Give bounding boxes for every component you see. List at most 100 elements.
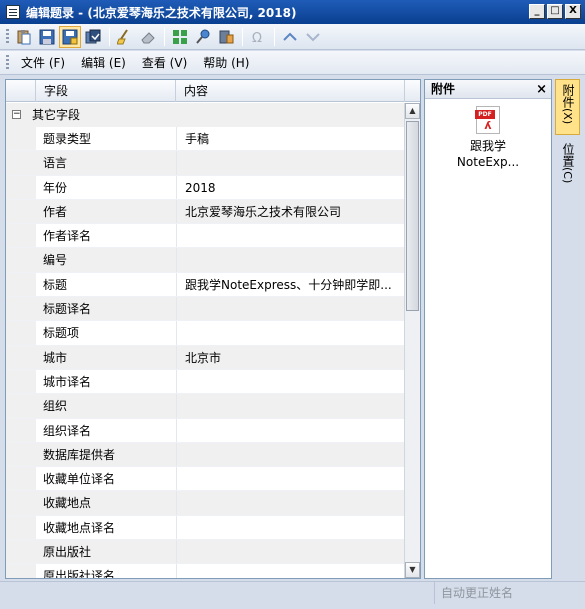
auto-correct-name-status[interactable]: 自动更正姓名 <box>434 582 513 604</box>
table-row[interactable]: 城市译名 <box>6 369 405 395</box>
copy-record-button[interactable] <box>82 26 104 48</box>
pin-button[interactable] <box>192 26 214 48</box>
table-row[interactable]: 语言 <box>6 151 405 176</box>
field-value-cell[interactable] <box>176 491 405 515</box>
link-button[interactable] <box>215 26 237 48</box>
save-as-button[interactable] <box>59 25 81 48</box>
row-gutter <box>6 394 36 418</box>
menu-view[interactable]: 查看 (V) <box>134 54 195 71</box>
table-row[interactable]: 年份 2018 <box>6 175 405 200</box>
field-value-cell[interactable]: 2018 <box>176 175 405 199</box>
arrow-up-icon <box>283 32 297 41</box>
save-button[interactable] <box>36 26 58 48</box>
column-header-content[interactable]: 内容 <box>176 80 405 102</box>
close-button[interactable]: X <box>565 4 581 19</box>
table-row[interactable]: 标题 跟我学NoteExpress、十分钟即学即... <box>6 272 405 298</box>
table-row[interactable]: 标题译名 <box>6 297 405 322</box>
field-value-cell[interactable]: 北京爱琴海乐之技术有限公司 <box>176 199 405 224</box>
side-tabs: 附件 (X) 位置 (C) <box>555 79 581 579</box>
move-up-button[interactable] <box>279 26 301 48</box>
scroll-thumb[interactable] <box>406 121 419 311</box>
field-value-cell[interactable] <box>176 442 405 467</box>
attachment-file[interactable]: PDF ʎ 跟我学 NoteExp... <box>431 106 545 170</box>
field-name-cell: 城市 <box>43 350 68 365</box>
field-value-cell[interactable] <box>176 418 405 442</box>
grid-button[interactable] <box>169 26 191 48</box>
scroll-down-icon[interactable]: ▼ <box>405 562 420 578</box>
field-value-cell[interactable] <box>176 224 405 248</box>
table-row[interactable]: 数据库提供者 <box>6 442 405 468</box>
attachment-name-line1: 跟我学 <box>469 139 506 153</box>
tab-location[interactable]: 位置 (C) <box>555 139 580 193</box>
toolbar-grip[interactable] <box>6 28 9 45</box>
field-value-cell[interactable]: 北京市 <box>176 345 405 369</box>
window-controls: _ □ X <box>529 4 581 19</box>
table-row[interactable]: 题录类型 手稿 <box>6 127 405 152</box>
field-value-cell[interactable] <box>176 248 405 272</box>
collapse-toggle-icon[interactable]: − <box>12 110 21 119</box>
clear-button[interactable] <box>114 26 136 48</box>
close-icon[interactable]: × <box>536 80 547 99</box>
row-gutter <box>6 272 36 297</box>
tab-attachments-key: (X) <box>561 108 574 125</box>
vertical-scrollbar[interactable]: ▲ ▼ <box>404 103 420 578</box>
table-row[interactable]: 收藏地点 <box>6 491 405 516</box>
table-row[interactable]: 编号 <box>6 248 405 273</box>
table-row[interactable]: 收藏单位译名 <box>6 467 405 492</box>
table-row[interactable]: 收藏地点译名 <box>6 515 405 541</box>
field-value-cell[interactable] <box>176 540 405 564</box>
field-name-cell: 题录类型 <box>43 132 92 146</box>
link-icon <box>219 30 234 43</box>
field-value-cell[interactable] <box>176 394 405 418</box>
menu-file[interactable]: 文件 (F) <box>13 54 73 71</box>
column-header-field[interactable]: 字段 <box>36 80 176 102</box>
table-row[interactable]: 标题项 <box>6 321 405 346</box>
move-down-button[interactable] <box>302 26 324 48</box>
toolbar: Ω <box>0 24 585 50</box>
grid-icon <box>173 29 187 44</box>
field-value-cell[interactable] <box>176 564 405 578</box>
minimize-button[interactable]: _ <box>529 4 545 19</box>
menu-help[interactable]: 帮助 (H) <box>195 54 257 71</box>
attachments-header: 附件 × <box>425 80 551 99</box>
field-value-cell[interactable] <box>176 515 405 540</box>
row-gutter <box>6 369 36 394</box>
header-gutter <box>6 80 36 102</box>
paste-button[interactable] <box>13 26 35 48</box>
toolbar-separator <box>242 27 243 46</box>
field-grid: 字段 内容 − 其它字段 题录类型 手稿 语言 年份 2018 作者 北京爱琴海乐之技术有限… <box>5 79 421 579</box>
field-value-cell[interactable] <box>176 369 405 394</box>
row-gutter <box>6 345 36 369</box>
maximize-button[interactable]: □ <box>547 4 563 19</box>
menubar-grip[interactable] <box>6 54 9 71</box>
table-row[interactable]: 原出版社 <box>6 540 405 565</box>
field-name-cell: 原出版社译名 <box>43 569 116 579</box>
attachment-name-line2: NoteExp... <box>456 155 520 169</box>
field-value-cell[interactable] <box>176 321 405 345</box>
field-name-cell: 收藏地点 <box>43 496 92 511</box>
row-gutter <box>6 442 36 467</box>
tab-attachments[interactable]: 附件 (X) <box>555 79 580 135</box>
row-gutter <box>6 248 36 272</box>
table-row[interactable]: 作者 北京爱琴海乐之技术有限公司 <box>6 199 405 225</box>
acrobat-mark-icon: ʎ <box>484 119 492 132</box>
field-value-cell[interactable] <box>176 467 405 491</box>
table-row[interactable]: 组织译名 <box>6 418 405 443</box>
table-row[interactable]: 城市 北京市 <box>6 345 405 370</box>
field-name-cell: 标题项 <box>43 326 80 341</box>
group-row[interactable]: − 其它字段 <box>6 103 405 127</box>
attachments-panel: 附件 × PDF ʎ 跟我学 NoteExp... <box>424 79 552 579</box>
special-char-button[interactable]: Ω <box>247 26 269 48</box>
menu-edit[interactable]: 编辑 (E) <box>73 54 134 71</box>
field-value-cell[interactable]: 跟我学NoteExpress、十分钟即学即... <box>176 272 405 297</box>
table-row[interactable]: 组织 <box>6 394 405 419</box>
field-value-cell[interactable] <box>176 151 405 175</box>
field-value-cell[interactable] <box>176 297 405 321</box>
table-row[interactable]: 原出版社译名 <box>6 564 405 579</box>
field-value-cell[interactable]: 手稿 <box>176 127 405 151</box>
toolbar-separator <box>274 27 275 46</box>
window-title: 编辑题录 - (北京爱琴海乐之技术有限公司, 2018) <box>26 5 297 20</box>
eraser-button[interactable] <box>137 26 159 48</box>
scroll-up-icon[interactable]: ▲ <box>405 103 420 119</box>
table-row[interactable]: 作者译名 <box>6 224 405 249</box>
